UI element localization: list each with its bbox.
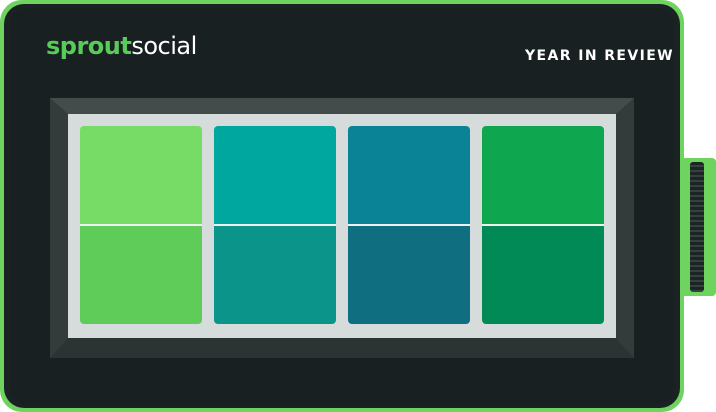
side-connector: [682, 158, 716, 296]
sprout-social-logo: sproutsocial: [46, 34, 197, 58]
color-tile-bottom: [80, 226, 202, 324]
color-tile-bottom: [214, 226, 336, 324]
color-tile: [348, 126, 470, 324]
color-tile-top: [80, 126, 202, 224]
color-tile: [214, 126, 336, 324]
year-in-review-title: YEAR IN REVIEW: [525, 48, 674, 64]
connector-plug: [690, 162, 704, 292]
color-tile-bottom: [348, 226, 470, 324]
color-tile-top: [348, 126, 470, 224]
year-in-review-illustration: sproutsocial YEAR IN REVIEW: [0, 0, 716, 412]
color-tile-top: [214, 126, 336, 224]
logo-word-sprout: sprout: [46, 32, 132, 60]
color-tile-top: [482, 126, 604, 224]
logo-word-social: social: [131, 32, 197, 60]
color-tile: [482, 126, 604, 324]
color-tile-bottom: [482, 226, 604, 324]
color-tiles: [80, 126, 604, 324]
color-tile: [80, 126, 202, 324]
